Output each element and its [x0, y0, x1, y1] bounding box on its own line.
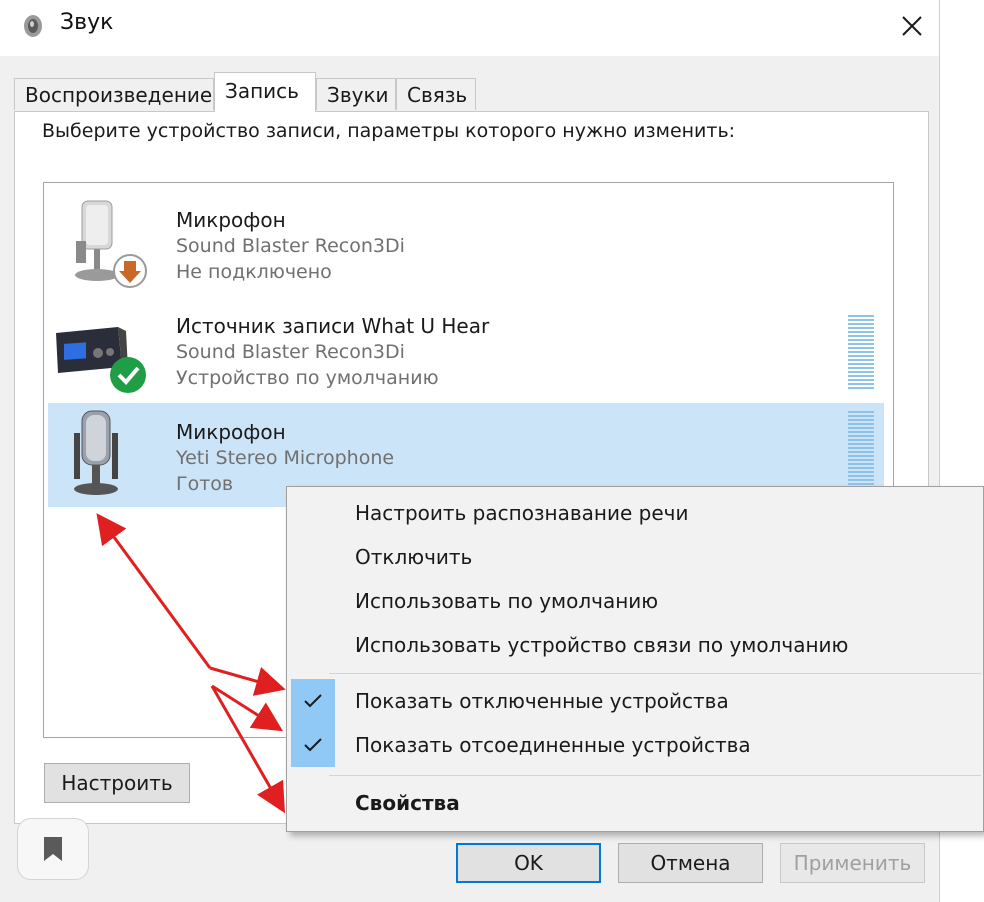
checkmark-icon: [291, 679, 335, 723]
device-driver: Sound Blaster Recon3Di: [176, 235, 405, 257]
tab-recording[interactable]: Запись: [214, 72, 316, 112]
level-meter: [848, 411, 874, 485]
device-name: Микрофон: [176, 420, 286, 444]
device-text: Источник записи What U Hear Sound Blaste…: [176, 313, 489, 391]
cancel-button[interactable]: Отмена: [618, 843, 763, 883]
microphone-icon: [75, 200, 147, 288]
tab-communications[interactable]: Связь: [396, 78, 476, 110]
device-item-what-u-hear[interactable]: Источник записи What U Hear Sound Blaste…: [48, 297, 884, 401]
menu-item-show-disconnected[interactable]: Показать отсоединенные устройства: [287, 723, 983, 767]
close-button[interactable]: [892, 6, 932, 46]
menu-item-set-default[interactable]: Использовать по умолчанию: [287, 579, 983, 623]
default-check-badge-icon: [110, 357, 146, 393]
speaker-icon: [24, 15, 42, 37]
device-item-microphone-recon3di[interactable]: Микрофон Sound Blaster Recon3Di Не подкл…: [48, 191, 884, 295]
device-text: Микрофон Sound Blaster Recon3Di Не подкл…: [176, 207, 405, 285]
menu-item-properties[interactable]: Свойства: [287, 781, 983, 825]
menu-item-show-disabled[interactable]: Показать отключенные устройства: [287, 679, 983, 723]
title-bar: Звук: [0, 0, 939, 56]
menu-separator: [329, 775, 981, 776]
context-menu: Настроить распознавание речи Отключить И…: [286, 486, 984, 832]
instruction-text: Выберите устройство записи, параметры ко…: [42, 120, 736, 142]
tab-sounds[interactable]: Звуки: [316, 78, 396, 110]
level-meter: [848, 315, 874, 389]
bookmark-icon: [44, 837, 62, 861]
menu-item-disable[interactable]: Отключить: [287, 535, 983, 579]
window-title: Звук: [60, 10, 114, 35]
sound-card-icon: [56, 327, 146, 393]
studio-microphone-icon: [74, 410, 118, 495]
configure-button[interactable]: Настроить: [44, 763, 190, 803]
tab-playback[interactable]: Воспроизведение: [14, 78, 214, 110]
checkmark-icon: [291, 723, 335, 767]
bookmark-button[interactable]: [17, 818, 89, 880]
ok-button[interactable]: OK: [456, 843, 601, 883]
menu-item-label: Использовать по умолчанию: [355, 589, 659, 613]
menu-item-label: Свойства: [355, 791, 460, 815]
close-icon: [902, 16, 922, 36]
menu-separator: [329, 673, 981, 674]
device-driver: Yeti Stereo Microphone: [176, 447, 395, 469]
menu-item-label: Показать отключенные устройства: [355, 689, 729, 713]
menu-item-label: Показать отсоединенные устройства: [355, 733, 751, 757]
apply-button[interactable]: Применить: [780, 843, 925, 883]
menu-item-label: Использовать устройство связи по умолчан…: [355, 633, 849, 657]
device-name: Микрофон: [176, 208, 286, 232]
menu-item-set-default-communication[interactable]: Использовать устройство связи по умолчан…: [287, 623, 983, 667]
device-name: Источник записи What U Hear: [176, 314, 490, 338]
menu-item-label: Настроить распознавание речи: [355, 501, 689, 525]
device-driver: Sound Blaster Recon3Di: [176, 341, 405, 363]
device-status: Не подключено: [176, 261, 332, 283]
device-status: Устройство по умолчанию: [176, 367, 439, 389]
menu-item-speech-recognition[interactable]: Настроить распознавание речи: [287, 491, 983, 535]
menu-item-label: Отключить: [355, 545, 473, 569]
